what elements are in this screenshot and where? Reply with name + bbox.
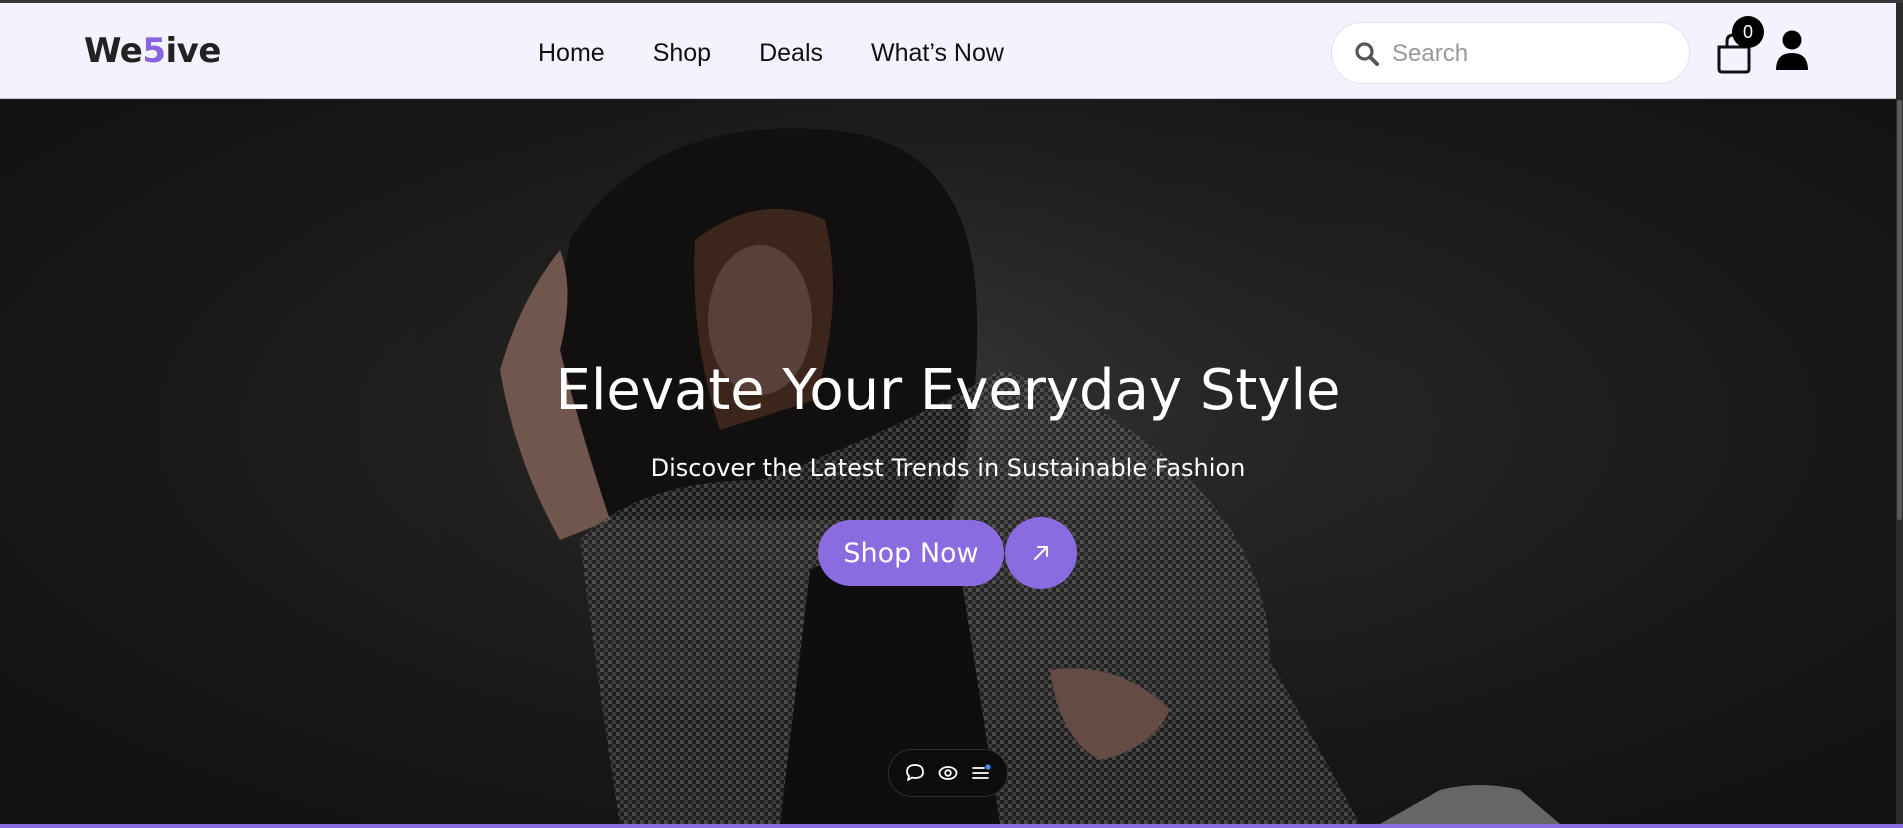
shop-now-button[interactable]: Shop Now [818,520,1004,586]
site-header: We5ive Home Shop Deals What’s Now 0 [0,3,1896,99]
brand-logo[interactable]: We5ive [84,31,221,71]
menu-lines-icon[interactable] [970,762,992,784]
arrow-up-right-icon [1034,546,1048,560]
floating-toolbar [888,749,1008,797]
user-icon[interactable] [1774,29,1810,71]
logo-text-accent: 5 [142,31,166,71]
logo-text-prefix: We [84,31,143,71]
search-icon[interactable] [1354,41,1380,67]
cart-count-badge: 0 [1732,16,1764,48]
main-nav: Home Shop Deals What’s Now [538,39,1004,68]
hero-subtitle: Discover the Latest Trends in Sustainabl… [650,454,1246,482]
search-input[interactable] [1392,36,1672,72]
nav-link-deals[interactable]: Deals [759,39,823,68]
shop-now-arrow-button[interactable] [1005,517,1077,589]
comment-icon[interactable] [904,762,926,784]
accent-bottom-bar [0,824,1903,828]
nav-link-home[interactable]: Home [538,39,605,68]
scrollbar-thumb[interactable] [1897,100,1902,520]
search-box [1331,22,1690,84]
logo-text-suffix: ive [165,31,222,71]
eye-icon[interactable] [937,762,959,784]
nav-link-whats-now[interactable]: What’s Now [871,39,1004,68]
hero-title: Elevate Your Everyday Style [555,358,1341,423]
nav-link-shop[interactable]: Shop [653,39,711,68]
hero-banner: Elevate Your Everyday Style Discover the… [0,100,1896,824]
